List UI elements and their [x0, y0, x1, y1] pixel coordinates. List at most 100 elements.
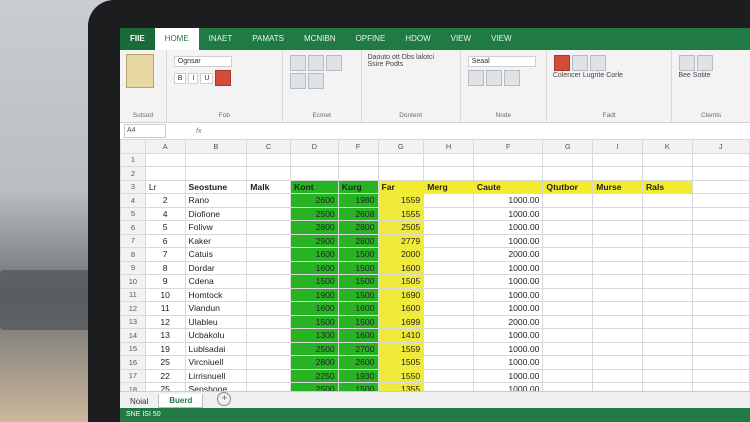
cell-k[interactable]: [641, 220, 693, 235]
cell-b[interactable]: Catuis: [184, 247, 248, 262]
cell-c[interactable]: [246, 287, 291, 302]
indent-icon[interactable]: [289, 73, 306, 89]
row-header[interactable]: 1: [120, 152, 146, 167]
cell[interactable]: [592, 166, 643, 181]
cell-d[interactable]: 2500: [290, 341, 339, 356]
cell-l[interactable]: [691, 341, 750, 356]
cell-e[interactable]: 1600: [337, 301, 379, 316]
format-table-icon[interactable]: [571, 55, 588, 71]
editing-button-1[interactable]: Bee: [678, 72, 690, 79]
cell-b[interactable]: Viandun: [184, 301, 248, 316]
cell-j[interactable]: [592, 301, 643, 316]
cell-a[interactable]: 13: [144, 328, 186, 343]
underline-button[interactable]: U: [200, 72, 214, 84]
cell-e[interactable]: 1500: [337, 260, 379, 275]
cell-l[interactable]: [691, 206, 750, 221]
cell-g[interactable]: [423, 233, 474, 248]
header-cell-h[interactable]: Caute: [472, 179, 544, 194]
cell-j[interactable]: [592, 233, 643, 248]
cell-d[interactable]: 1300: [290, 328, 339, 343]
cell-c[interactable]: [246, 341, 291, 356]
cell-j[interactable]: [592, 328, 643, 343]
cell-g[interactable]: [423, 328, 474, 343]
cell-g[interactable]: [423, 355, 474, 370]
column-header[interactable]: A: [144, 139, 186, 154]
cell-l[interactable]: [691, 193, 750, 208]
cell[interactable]: [691, 179, 750, 194]
cell[interactable]: [337, 166, 379, 181]
cell[interactable]: [290, 152, 339, 167]
cell-d[interactable]: 2800: [290, 355, 339, 370]
wrap-text-icon[interactable]: [307, 73, 324, 89]
sheet-tab-1[interactable]: Noial: [120, 395, 158, 408]
cell-k[interactable]: [641, 341, 693, 356]
cell[interactable]: [377, 166, 425, 181]
cell-i[interactable]: [542, 355, 594, 370]
cell-h[interactable]: 1000.00: [472, 368, 544, 383]
cell-i[interactable]: [542, 247, 594, 262]
cell-j[interactable]: [592, 341, 643, 356]
cell-g[interactable]: [423, 301, 474, 316]
style-label-1[interactable]: Daouto ott: [368, 54, 400, 61]
cell-f[interactable]: 1600: [377, 260, 425, 275]
cell-d[interactable]: 2250: [290, 368, 339, 383]
cell-g[interactable]: [423, 274, 474, 289]
name-box[interactable]: A4: [124, 124, 166, 138]
cell-d[interactable]: 1900: [290, 287, 339, 302]
cell-a[interactable]: 19: [144, 341, 186, 356]
cell-j[interactable]: [592, 368, 643, 383]
cell-l[interactable]: [691, 247, 750, 262]
cell-i[interactable]: [542, 233, 594, 248]
cell-a[interactable]: 6: [144, 233, 186, 248]
cells-button-3[interactable]: Corle: [606, 72, 623, 79]
cell[interactable]: [246, 166, 291, 181]
tab-page-layout[interactable]: PAMATS: [242, 28, 294, 50]
cell-h[interactable]: 1000.00: [472, 355, 544, 370]
cell-a[interactable]: 4: [144, 206, 186, 221]
header-cell-g[interactable]: Merg: [423, 179, 474, 194]
cell[interactable]: [337, 152, 379, 167]
row-header[interactable]: 2: [120, 166, 146, 181]
cell-e[interactable]: 1500: [337, 287, 379, 302]
cell-d[interactable]: 1500: [290, 314, 339, 329]
cell-k[interactable]: [641, 314, 693, 329]
cell-g[interactable]: [423, 314, 474, 329]
cell-a[interactable]: 9: [144, 274, 186, 289]
cell-a[interactable]: 8: [144, 260, 186, 275]
cell-h[interactable]: 1000.00: [472, 206, 544, 221]
cell-k[interactable]: [641, 206, 693, 221]
cell-k[interactable]: [641, 193, 693, 208]
cell-f[interactable]: 1410: [377, 328, 425, 343]
cell[interactable]: [472, 166, 544, 181]
cell-b[interactable]: Homtock: [184, 287, 248, 302]
cell-i[interactable]: [542, 193, 594, 208]
cell-e[interactable]: 2800: [337, 233, 379, 248]
cell-h[interactable]: 1000.00: [472, 287, 544, 302]
cell-c[interactable]: [246, 355, 291, 370]
cell-d[interactable]: 2900: [290, 233, 339, 248]
cell-f[interactable]: 2779: [377, 233, 425, 248]
align-right-icon[interactable]: [325, 55, 342, 71]
row-header[interactable]: 12: [120, 301, 146, 316]
cell-h[interactable]: 1000.00: [472, 260, 544, 275]
row-header[interactable]: 3: [120, 179, 146, 194]
cells-button-2[interactable]: Lugrite: [583, 72, 604, 79]
align-center-icon[interactable]: [307, 55, 324, 71]
cell[interactable]: [144, 166, 186, 181]
column-header[interactable]: J: [691, 139, 750, 154]
cell-b[interactable]: Dordar: [184, 260, 248, 275]
cell-h[interactable]: 1000.00: [472, 233, 544, 248]
cell-f[interactable]: 1559: [377, 193, 425, 208]
cell[interactable]: [144, 152, 186, 167]
header-cell-k[interactable]: Rals: [641, 179, 693, 194]
cell-c[interactable]: [246, 301, 291, 316]
fx-icon[interactable]: fx: [196, 128, 201, 135]
header-cell-d[interactable]: Kont: [290, 179, 339, 194]
cell-h[interactable]: 1000.00: [472, 274, 544, 289]
row-header[interactable]: 6: [120, 220, 146, 235]
cell-j[interactable]: [592, 274, 643, 289]
tab-view-2[interactable]: VIEW: [481, 28, 521, 50]
row-header[interactable]: 4: [120, 193, 146, 208]
cell-h[interactable]: 2000.00: [472, 247, 544, 262]
cell-styles-icon[interactable]: [589, 55, 606, 71]
